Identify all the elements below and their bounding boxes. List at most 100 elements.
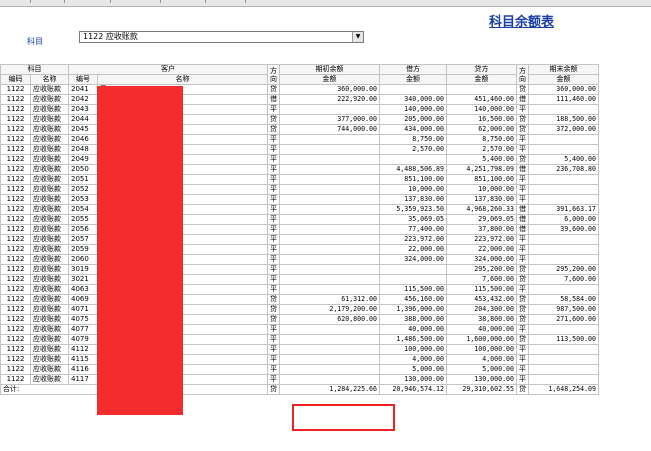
cell-code: 1122 <box>0 224 31 235</box>
table-row[interactable]: 1122应收账款2041司贷360,000.00贷360,000.00 <box>0 84 599 95</box>
table-row[interactable]: 1122 应收账款 4115 平 4,000.00 4,000.00 平 <box>0 354 599 365</box>
header-code: 编码 <box>0 74 31 85</box>
cell-opening-amount <box>279 104 380 115</box>
cell-debit-amount: 456,160.00 <box>379 294 447 305</box>
cell-direction: 平 <box>267 214 280 225</box>
cell-debit-amount: 140,000.00 <box>379 104 447 115</box>
toolbar-strip <box>0 0 651 7</box>
cell-customer-number: 2043 <box>68 104 98 115</box>
header-credit-amount: 金额 <box>446 74 517 85</box>
table-row[interactable]: 1122 应收账款 3021 平 7,600.00 贷 7,600.00 <box>0 274 599 285</box>
table-row[interactable]: 1122应收账款2053限公司芜湖分公司平137,830.00137,830.0… <box>0 194 599 205</box>
dropdown-arrow-icon[interactable]: ▼ <box>352 32 363 42</box>
total-row[interactable]: 合计: 贷 1,284,225.66 20,946,574.12 29,310,… <box>0 384 599 395</box>
cell-name: 应收账款 <box>30 144 69 155</box>
cell-direction: 平 <box>267 374 280 385</box>
cell-opening-amount: 377,000.00 <box>279 114 380 125</box>
cell-customer-number: 2049 <box>68 154 98 165</box>
table-row[interactable]: 1122应收账款4069司贷61,312.00456,160.00453,432… <box>0 294 599 305</box>
cell-opening-amount <box>279 144 380 155</box>
cell-credit-amount: 5,400.00 <box>446 154 517 165</box>
cell-credit-amount: 37,800.00 <box>446 224 517 235</box>
cell-credit-amount: 137,830.00 <box>446 194 517 205</box>
cell-debit-amount: 35,069.05 <box>379 214 447 225</box>
cell-customer-number: 2042 <box>68 94 98 105</box>
cell-direction-2: 贷 <box>516 274 529 285</box>
cell-credit-amount: 7,600.00 <box>446 274 517 285</box>
cell-credit-amount <box>446 84 517 95</box>
cell-name: 应收账款 <box>30 304 69 315</box>
table-row[interactable]: 1122应收账款4079限公司平1,486,500.001,600,000.00… <box>0 334 599 345</box>
table-row[interactable]: 1122应收账款4116公司平5,000.005,000.00平 <box>0 364 599 375</box>
cell-name: 应收账款 <box>30 294 69 305</box>
cell-code: 1122 <box>0 244 31 255</box>
cell-debit-amount: 115,500.00 <box>379 284 447 295</box>
cell-direction: 贷 <box>267 294 280 305</box>
cell-direction: 平 <box>267 244 280 255</box>
cell-opening-amount <box>279 174 380 185</box>
cell-direction: 平 <box>267 364 280 375</box>
header-name: 名称 <box>30 74 69 85</box>
table-row[interactable]: 1122应收账款4077障局平40,000.0040,000.00平 <box>0 324 599 335</box>
cell-credit-amount: 5,000.00 <box>446 364 517 375</box>
cell-code: 1122 <box>0 274 31 285</box>
table-row[interactable]: 1122 应收账款 2055 平 35,069.05 29,069.05 借 6,000.00 <box>0 214 599 225</box>
cell-credit-amount: 130,000.00 <box>446 374 517 385</box>
cell-name: 应收账款 <box>30 374 69 385</box>
cell-closing-amount: 6,000.00 <box>528 214 599 225</box>
cell-credit-amount: 453,432.00 <box>446 294 517 305</box>
toolbar-divider <box>30 0 31 3</box>
cell-code: 1122 <box>0 264 31 275</box>
toolbar-divider <box>64 0 65 3</box>
cell-credit-amount: 851,100.00 <box>446 174 517 185</box>
table-row[interactable]: 1122应收账款4075司第四十一研究所贷620,800.00388,000.0… <box>0 314 599 325</box>
table-row[interactable]: 1122应收账款2050司平4,488,506.894,251,798.09借2… <box>0 164 599 175</box>
table-row[interactable]: 1122应收账款2052司平10,000.0010,000.00平 <box>0 184 599 195</box>
header-debit-amount: 金额 <box>379 74 447 85</box>
cell-direction-2: 借 <box>516 224 529 235</box>
table-row[interactable]: 1122 应收账款 2044 贷 377,000.00 205,000.00 16,500.… <box>0 114 599 125</box>
cell-direction: 借 <box>267 94 280 105</box>
cell-opening-amount: 360,000.00 <box>279 84 380 95</box>
cell-credit-amount: 29,069.05 <box>446 214 517 225</box>
cell-customer-number: 3021 <box>68 274 98 285</box>
cell-direction-2: 平 <box>516 184 529 195</box>
table-row[interactable]: 1122应收账款2049中心平5,400.00贷5,400.00 <box>0 154 599 165</box>
table-row[interactable]: 1122应收账款2056司平77,400.0037,800.00借39,600.… <box>0 224 599 235</box>
cell-opening-amount: 620,800.00 <box>279 314 380 325</box>
table-row[interactable]: 1122 应收账款 2048 平 2,570.00 2,570.00 平 <box>0 144 599 155</box>
cell-customer-number: 4075 <box>68 314 98 325</box>
subject-select[interactable]: 1122 应收账款 ▼ <box>79 31 364 43</box>
cell-code: 1122 <box>0 154 31 165</box>
cell-direction: 平 <box>267 254 280 265</box>
cell-direction: 贷 <box>267 124 280 135</box>
table-row[interactable]: 1122 应收账款 2057 平 223,972.00 223,972.00 平 <box>0 234 599 245</box>
table-row[interactable]: 1122 应收账款 2042 借 222,920.00 340,000.00 451,460… <box>0 94 599 105</box>
table-row[interactable]: 1122 应收账款 3019 平 295,200.00 贷 295,200.00 <box>0 264 599 275</box>
table-row[interactable]: 1122应收账款2051限公司平851,100.00851,100.00平 <box>0 174 599 185</box>
cell-closing-amount <box>528 284 599 295</box>
cell-code: 1122 <box>0 84 31 95</box>
table-row[interactable]: 1122 应收账款 4112 平 100,000.00 100,000.00 平 <box>0 344 599 355</box>
cell-code: 1122 <box>0 134 31 145</box>
cell-credit-amount: 451,460.00 <box>446 94 517 105</box>
cell-name: 应收账款 <box>30 344 69 355</box>
table-row[interactable]: 1122应收账款2060司平324,000.00324,000.00平 <box>0 254 599 265</box>
cell-name: 应收账款 <box>30 244 69 255</box>
cell-direction-2: 借 <box>516 214 529 225</box>
cell-opening-amount <box>279 264 380 275</box>
cell-direction-2: 平 <box>516 134 529 145</box>
table-row[interactable]: 1122 应收账款 2059 平 22,000.00 22,000.00 平 <box>0 244 599 255</box>
table-row[interactable]: 1122应收账款4071学校贷2,179,200.001,396,000.002… <box>0 304 599 315</box>
cell-debit-amount: 851,100.00 <box>379 174 447 185</box>
table-row[interactable]: 1122应收账款4063限公司平115,500.00115,500.00平 <box>0 284 599 295</box>
cell-customer-number: 4071 <box>68 304 98 315</box>
toolbar-divider <box>160 0 161 3</box>
cell-name: 应收账款 <box>30 224 69 235</box>
table-row[interactable]: 1122 应收账款 2046 平 8,750.00 8,750.00 平 <box>0 134 599 145</box>
table-row[interactable]: 1122应收账款2043司平140,000.00140,000.00平 <box>0 104 599 115</box>
table-row[interactable]: 1122 应收账款 2054 平 5,359,923.50 4,968,260.33 借 39… <box>0 204 599 215</box>
table-row[interactable]: 1122应收账款4117司平130,000.00130,000.00平 <box>0 374 599 385</box>
table-row[interactable]: 1122应收账款2045司贷744,000.00434,000.0062,000… <box>0 124 599 135</box>
cell-direction-2: 平 <box>516 284 529 295</box>
